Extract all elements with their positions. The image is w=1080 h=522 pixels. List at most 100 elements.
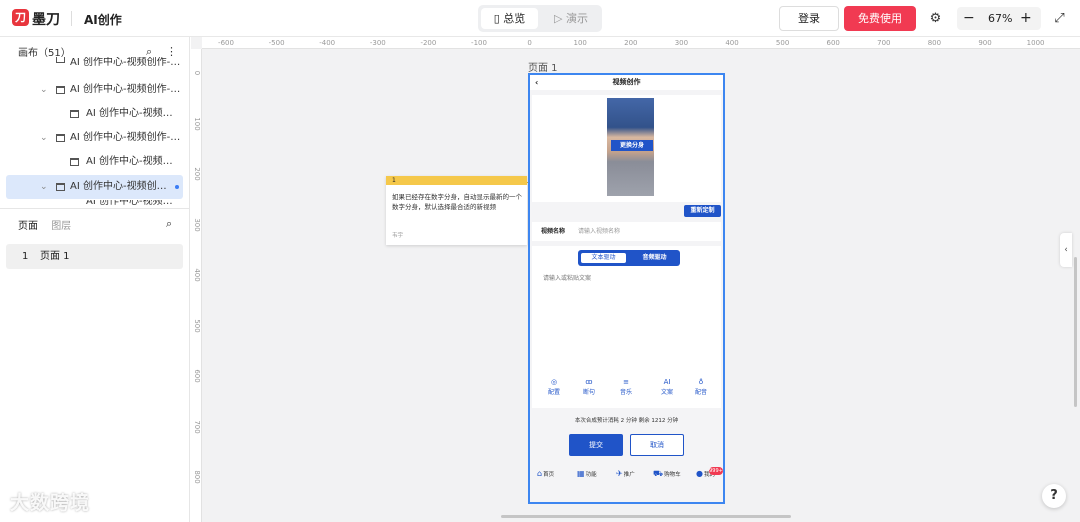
zoom-control: − 67% + <box>957 7 1041 30</box>
back-icon[interactable]: ‹ <box>535 75 538 90</box>
project-title[interactable]: AI创作 <box>84 11 122 28</box>
nav-cart[interactable]: ⛟购物车 <box>653 469 681 479</box>
ai-copy-tool[interactable]: AI 文案 <box>654 378 680 396</box>
swap-avatar-button[interactable]: 更换分身 <box>611 140 653 151</box>
settings-icon: ◎ <box>550 378 558 386</box>
ai-icon: AI <box>663 378 671 386</box>
ruler-tick-label: -400 <box>319 39 336 47</box>
help-button[interactable]: ? <box>1042 484 1066 508</box>
vertical-ruler: 0 100 200 300 400 500 600 700 800 <box>191 49 202 522</box>
page-icon <box>70 110 79 118</box>
tab-pages[interactable]: 页面 <box>18 221 38 232</box>
chevron-down-icon[interactable]: ⌄ <box>40 126 48 150</box>
ruler-tick-label: 100 <box>193 116 201 131</box>
free-trial-button[interactable]: 免费使用 <box>844 6 916 31</box>
tab-layers[interactable]: 图层 <box>51 221 71 232</box>
ruler-tick-label: 0 <box>527 39 532 47</box>
horizontal-scrollbar[interactable] <box>501 515 791 518</box>
tree-item[interactable]: AI 创作中心-视频创... <box>6 102 183 126</box>
video-name-input[interactable]: 请输入视频名称 <box>578 222 620 241</box>
submit-button[interactable]: 提交 <box>569 434 623 456</box>
note-index: 1 <box>386 176 527 185</box>
ruler-tick-label: 700 <box>877 39 891 47</box>
config-tool[interactable]: ◎ 配置 <box>541 378 567 396</box>
zoom-in-button[interactable]: + <box>1020 7 1032 30</box>
user-icon: ● <box>696 469 703 478</box>
ruler-tick-label: -200 <box>420 39 437 47</box>
ruler-tick-label: 500 <box>775 39 790 47</box>
login-button[interactable]: 登录 <box>779 6 839 31</box>
ruler-tick-label: 500 <box>193 318 201 333</box>
regenerate-button[interactable]: 重新定制 <box>684 205 721 217</box>
video-name-label: 视频名称 <box>541 228 566 235</box>
page-list-item[interactable]: 1 页面 1 <box>6 244 183 269</box>
music-icon: ≡ <box>623 378 629 386</box>
tree-item[interactable]: ⌄ AI 创作中心-视频创作-配音 <box>6 126 183 150</box>
ruler-tick-label: 300 <box>193 217 201 232</box>
ruler-tick-label: -500 <box>268 39 285 47</box>
ruler-tick-label: -600 <box>218 39 234 47</box>
chevron-down-icon[interactable]: ⌄ <box>40 175 48 199</box>
ruler-tick-label: 200 <box>624 39 638 47</box>
bottom-nav: ⌂首页 ▦功能 ✈推广 ⛟购物车 ●我的 <box>530 466 723 486</box>
page-icon <box>70 158 79 166</box>
design-canvas[interactable]: -600 -500 -400 -300 -200 -100 0 100 200 300 400 500… <box>191 37 1080 522</box>
page-icon <box>56 86 65 94</box>
video-name-row: 视频名称 请输入视频名称 <box>532 222 721 241</box>
divider <box>71 11 72 26</box>
ruler-tick-label: 400 <box>193 268 201 282</box>
present-tab[interactable]: ▷ 演示 <box>544 8 598 29</box>
tree-item[interactable]: AI 创作中心-视频创... <box>6 150 183 174</box>
tree-item[interactable]: AI 创作中心-视频创... <box>6 200 183 208</box>
cancel-button[interactable]: 取消 <box>630 434 684 456</box>
link-icon: ꝏ <box>585 378 593 386</box>
zoom-out-button[interactable]: − <box>963 7 975 30</box>
nav-features[interactable]: ▦功能 <box>577 469 597 478</box>
vertical-scrollbar[interactable] <box>1074 257 1077 407</box>
overview-tab[interactable]: ▯ 总览 <box>481 8 538 29</box>
script-tools: ◎ 配置 ꝏ 断句 ≡ 音乐 AI 文案 ♁ 配音 <box>532 378 721 408</box>
fullscreen-icon[interactable]: ⤢ <box>1051 10 1068 27</box>
tree-item-selected[interactable]: ⌄ AI 创作中心-视频创作... <box>6 175 183 199</box>
left-sidebar: 画布（51） ⌕ ⋮ AI 创作中心-视频创作-音乐 ⌄ AI 创作中心-视频创… <box>0 37 190 522</box>
music-tool[interactable]: ≡ 音乐 <box>613 378 639 396</box>
settings-sliders-icon[interactable]: ⚙ <box>927 10 944 27</box>
ruler-tick-label: 1000 <box>1026 39 1045 47</box>
script-textarea[interactable]: 请输入或粘贴文案 <box>543 273 591 282</box>
ruler-tick-label: 300 <box>674 39 689 47</box>
sentence-break-tool[interactable]: ꝏ 断句 <box>576 378 602 396</box>
ruler-tick-label: 700 <box>193 419 201 434</box>
screen-title: 视频创作 <box>612 78 641 86</box>
ruler-tick-label: -300 <box>369 39 386 47</box>
tree-item[interactable]: AI 创作中心-视频创作-音乐 <box>6 57 183 70</box>
collapse-panel-button[interactable]: ‹ <box>1060 233 1072 267</box>
page-number: 1 <box>22 251 29 262</box>
nav-home[interactable]: ⌂首页 <box>537 469 554 478</box>
screen-header: ‹ 视频创作 <box>530 75 723 90</box>
phone-artboard[interactable]: ‹ 视频创作 更换分身 重新定制 视频名称 请输入视频名称 文本驱动 音频驱动 … <box>528 73 725 504</box>
ruler-tick-label: 200 <box>193 167 201 181</box>
artboard-label[interactable]: 页面 1 <box>528 59 558 74</box>
chevron-down-icon[interactable]: ⌄ <box>40 78 48 102</box>
ruler-tick-label: -100 <box>471 39 487 47</box>
search-icon[interactable]: ⌕ <box>166 215 172 232</box>
nav-promote[interactable]: ✈推广 <box>616 469 635 478</box>
voiceover-tool[interactable]: ♁ 配音 <box>688 378 714 396</box>
note-text: 如果已经存在数字分身，自动显示最新的一个数字分身，默认选择最合适的新视频 <box>392 193 522 211</box>
app-logo-text: 墨刀 <box>32 12 60 28</box>
logo-icon: 刀 <box>12 9 29 26</box>
tree-item[interactable]: ⌄ AI 创作中心-视频创作-AI... <box>6 78 183 102</box>
zoom-level[interactable]: 67% <box>988 7 1012 30</box>
page-icon <box>56 57 65 63</box>
audio-drive-tab[interactable]: 音频驱动 <box>632 253 677 263</box>
panel-tabs: 页面 图层 <box>18 217 71 232</box>
text-drive-tab[interactable]: 文本驱动 <box>581 253 626 263</box>
grid-icon: ▦ <box>577 469 585 478</box>
note-author: 韦宇 <box>392 233 404 239</box>
divider <box>0 208 189 209</box>
comment-note[interactable]: 1 如果已经存在数字分身，自动显示最新的一个数字分身，默认选择最合适的新视频 韦… <box>386 176 527 245</box>
cart-icon: ⛟ <box>653 469 664 478</box>
ruler-tick-label: 800 <box>193 470 201 484</box>
ruler-tick-label: 400 <box>725 39 739 47</box>
watermark: 大数跨境 <box>10 492 91 514</box>
